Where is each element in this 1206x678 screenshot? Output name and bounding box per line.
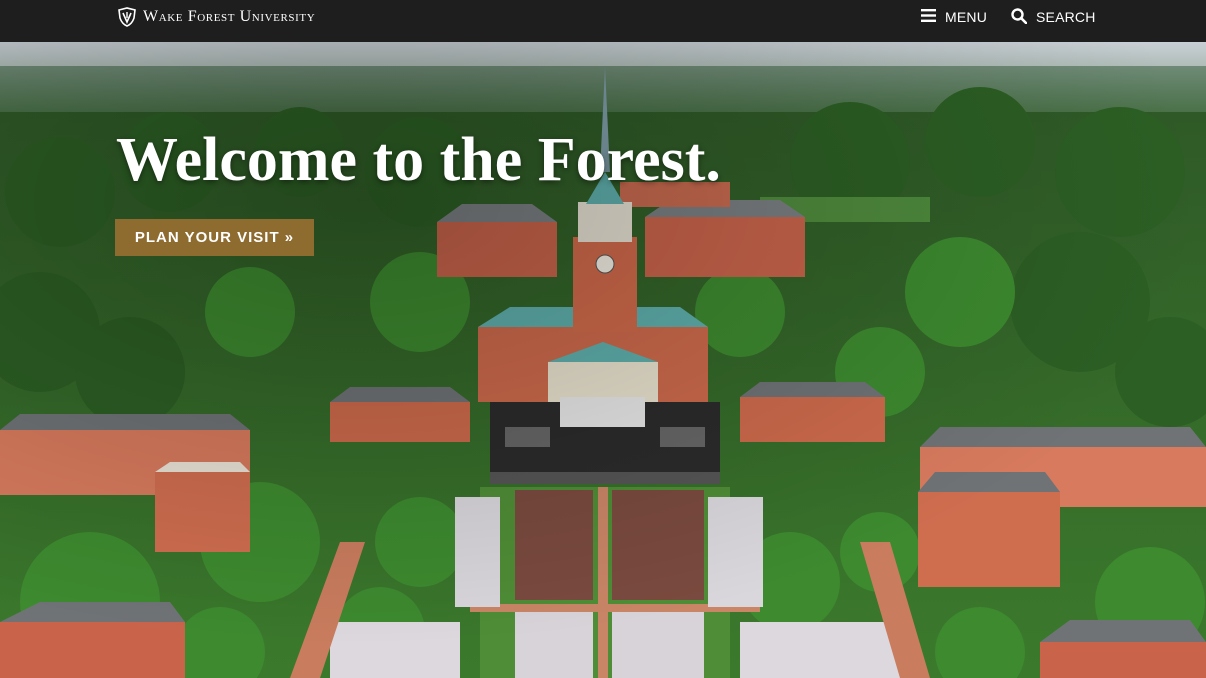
hero-banner: Welcome to the Forest. PLAN YOUR VISIT » — [0, 42, 1206, 678]
site-header: Wake Forest University MENU SEARCH — [0, 0, 1206, 42]
plan-your-visit-button[interactable]: PLAN YOUR VISIT » — [115, 219, 314, 256]
menu-label: MENU — [945, 9, 988, 25]
university-logo-link[interactable]: Wake Forest University — [117, 7, 315, 27]
shield-logo-icon — [117, 7, 137, 27]
search-icon — [1011, 7, 1028, 27]
brand-name: Wake Forest University — [143, 8, 316, 25]
search-button[interactable]: SEARCH — [1011, 7, 1096, 27]
hamburger-menu-icon — [921, 9, 936, 25]
hero-headline: Welcome to the Forest. — [116, 126, 721, 194]
menu-button[interactable]: MENU — [921, 9, 987, 25]
search-label: SEARCH — [1036, 9, 1096, 25]
